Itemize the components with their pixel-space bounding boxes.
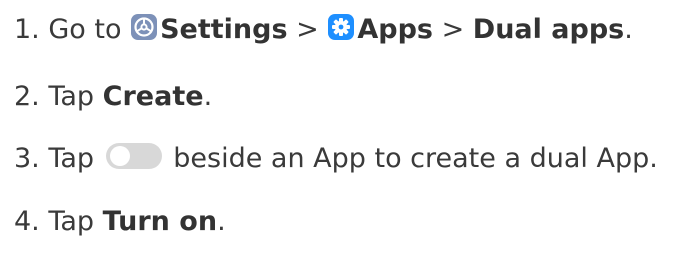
settings-label: Settings [160, 14, 288, 45]
step-end: . [217, 206, 226, 237]
toggle-switch-icon [105, 142, 163, 170]
step-end: . [624, 14, 633, 45]
step-1: 1. Go to Settings > Apps > Dual apps. [14, 12, 633, 48]
step-number: 3. [14, 143, 40, 174]
step-number: 2. [14, 81, 40, 112]
separator: > [296, 14, 319, 45]
apps-icon [327, 13, 355, 41]
apps-label: Apps [357, 14, 433, 45]
step-4: 4. Tap Turn on. [14, 204, 226, 240]
step-2: 2. Tap Create. [14, 79, 212, 115]
turn-on-label: Turn on [102, 206, 218, 237]
step-suffix: beside an App to create a dual App. [173, 143, 658, 174]
settings-icon [130, 13, 158, 41]
step-number: 4. [14, 206, 40, 237]
step-end: . [203, 81, 213, 112]
step-3: 3. Tap beside an App to create a dual Ap… [14, 141, 658, 177]
create-label: Create [102, 81, 204, 112]
step-prefix: Tap [48, 143, 95, 174]
step-prefix: Tap [48, 206, 95, 237]
separator: > [441, 14, 465, 45]
dual-apps-label: Dual apps [472, 14, 625, 45]
step-prefix: Go to [48, 14, 122, 45]
step-prefix: Tap [48, 81, 95, 112]
step-number: 1. [14, 14, 40, 45]
